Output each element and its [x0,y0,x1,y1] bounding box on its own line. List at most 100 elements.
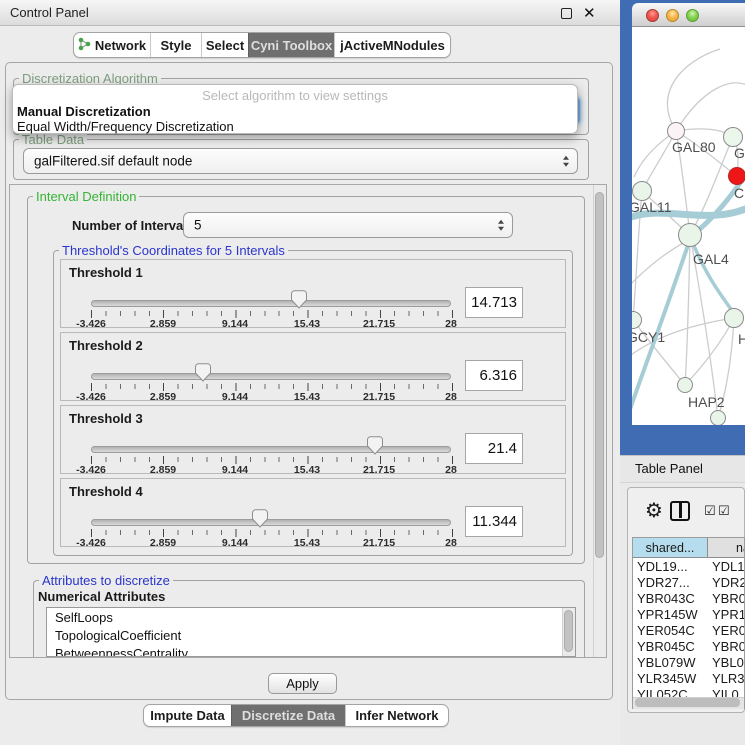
table-row[interactable]: YER054CYER0 [633,623,745,639]
node-gal11[interactable] [632,181,652,201]
threshold-3-slider-thumb[interactable] [367,436,383,458]
tick-label: 9.144 [222,537,248,549]
node-label: GAL80 [672,139,716,155]
cell: YER0 [712,623,745,639]
threshold-4-value-input[interactable]: 11.344 [465,506,523,537]
threshold-2-slider-track[interactable] [91,373,451,380]
split-columns-icon[interactable] [670,501,690,521]
screenshot-root: Control Panel ✕ Network Style Select Cyn… [0,0,745,745]
gear-icon[interactable]: ⚙ [645,498,663,523]
table-row[interactable]: YPR145WYPR1 [633,607,745,623]
number-of-intervals-label: Number of Intervals [72,218,194,233]
spinner-arrows-icon [563,156,569,167]
threshold-1-label: Threshold 1 [69,265,143,280]
window-zoom-button[interactable] [686,9,699,22]
threshold-4-slider-track[interactable] [91,519,451,526]
node-highlighted-red[interactable] [728,167,745,185]
tab-impute-data[interactable]: Impute Data [144,705,231,726]
threshold-3-slider-track[interactable] [91,446,451,453]
close-icon[interactable]: ✕ [583,4,596,22]
threshold-1-slider-thumb[interactable] [291,290,307,312]
threshold-1-slider-track[interactable] [91,300,451,307]
threshold-4-label: Threshold 4 [69,484,143,499]
table-row[interactable]: YBR043CYBR0 [633,591,745,607]
tick-label: 28 [445,464,457,476]
algorithm-hint-option: Select algorithm to view settings [13,88,577,103]
node-label: C [734,185,744,201]
column-header-name[interactable]: na [708,538,745,558]
node-gal80[interactable] [667,122,685,140]
tab-infer-network[interactable]: Infer Network [345,705,448,726]
apply-button[interactable]: Apply [268,673,337,694]
tab-style[interactable]: Style [150,33,201,57]
algorithm-option-manual[interactable]: Manual Discretization [17,104,151,119]
table-hscrollbar-thumb[interactable] [635,698,740,707]
thresholds-group-label: Threshold's Coordinates for 5 Intervals [59,243,288,258]
float-window-icon[interactable] [561,8,572,19]
tab-jactivemnodules[interactable]: jActiveMNodules [334,33,450,57]
table-data-combobox[interactable]: galFiltered.sif default node [23,148,578,174]
list-item[interactable]: SelfLoops [47,608,575,626]
threshold-1-value-input[interactable]: 14.713 [465,287,523,318]
tick-label: 2.859 [150,464,176,476]
numerical-attributes-list[interactable]: SelfLoops TopologicalCoefficient Between… [46,607,576,657]
attributes-group-label: Attributes to discretize [39,573,173,588]
cell: YDR27... [637,575,690,591]
tab-discretize-data[interactable]: Discretize Data [231,705,345,726]
cell: YBR045C [637,639,695,655]
cell: YBL0 [712,655,744,671]
tab-select[interactable]: Select [201,33,248,57]
table-row[interactable]: YBL079W YBL0 [633,655,745,671]
window-close-button[interactable] [646,9,659,22]
cell: YLR3 [712,671,745,687]
node-right-h[interactable] [724,308,744,328]
checkbox-icon[interactable]: ☑ [704,503,716,519]
settings-scrollbar-thumb[interactable] [595,192,604,558]
threshold-2-slider-thumb[interactable] [195,363,211,385]
tick-label: 15.43 [294,318,320,330]
table-row[interactable]: YLR345WYLR3 [633,671,745,687]
table-row[interactable]: YBR045CYBR0 [633,639,745,655]
cell: YBL079W [637,655,696,671]
threshold-2-label: Threshold 2 [69,338,143,353]
cell: YDR2 [712,575,745,591]
tab-discretize-data-label: Discretize Data [242,708,335,723]
table-row[interactable]: YDL19...YDL1 [633,559,745,575]
attributes-scrollbar-thumb[interactable] [564,610,573,652]
numerical-attributes-label: Numerical Attributes [38,589,165,604]
list-item[interactable]: TopologicalCoefficient [47,626,575,644]
algorithm-dropdown-popup: Select algorithm to view settings Manual… [12,84,578,134]
node-hap2[interactable] [677,377,693,393]
node-bottom-partial[interactable] [710,410,726,425]
tick-label: 21.715 [363,537,395,549]
algorithm-option-equal-width[interactable]: Equal Width/Frequency Discretization [17,119,234,134]
tick-label: 21.715 [363,464,395,476]
node-top-right[interactable] [723,127,743,147]
checkbox-icon[interactable]: ☑ [718,503,730,519]
table-row[interactable]: YDR27... YDR2 [633,575,745,591]
tick-label: 28 [445,537,457,549]
node-gal4[interactable] [678,223,702,247]
window-minimize-button[interactable] [666,9,679,22]
threshold-4-slider-thumb[interactable] [252,509,268,531]
node-gcy1[interactable] [632,311,642,329]
tab-cyni-toolbox[interactable]: Cyni Toolbox [248,33,334,57]
list-item[interactable]: BetweennessCentrality [47,644,575,657]
tick-label: -3.426 [76,464,106,476]
tick-label: 2.859 [150,391,176,403]
threshold-panel-3: Threshold 3 -3.426 2.859 9.144 15.43 21.… [60,405,566,474]
tick-label: -3.426 [76,537,106,549]
threshold-3-label: Threshold 3 [69,411,143,426]
threshold-panel-4: Threshold 4 -3.426 2.859 9.144 15.43 21.… [60,478,566,547]
threshold-2-value-input[interactable]: 6.316 [465,360,523,391]
tab-network[interactable]: Network [74,33,150,57]
slider-major-ticks [91,456,453,464]
spinner-arrows-icon [498,220,504,231]
column-header-shared-name[interactable]: shared... [633,538,708,558]
number-of-intervals-value: 5 [194,218,202,233]
table-panel-title: Table Panel [635,461,703,476]
bottom-tab-bar: Impute Data Discretize Data Infer Networ… [143,704,449,727]
cell: YDL19... [637,559,688,575]
threshold-3-value-input[interactable]: 21.4 [465,433,523,464]
number-of-intervals-combobox[interactable]: 5 [183,212,513,238]
